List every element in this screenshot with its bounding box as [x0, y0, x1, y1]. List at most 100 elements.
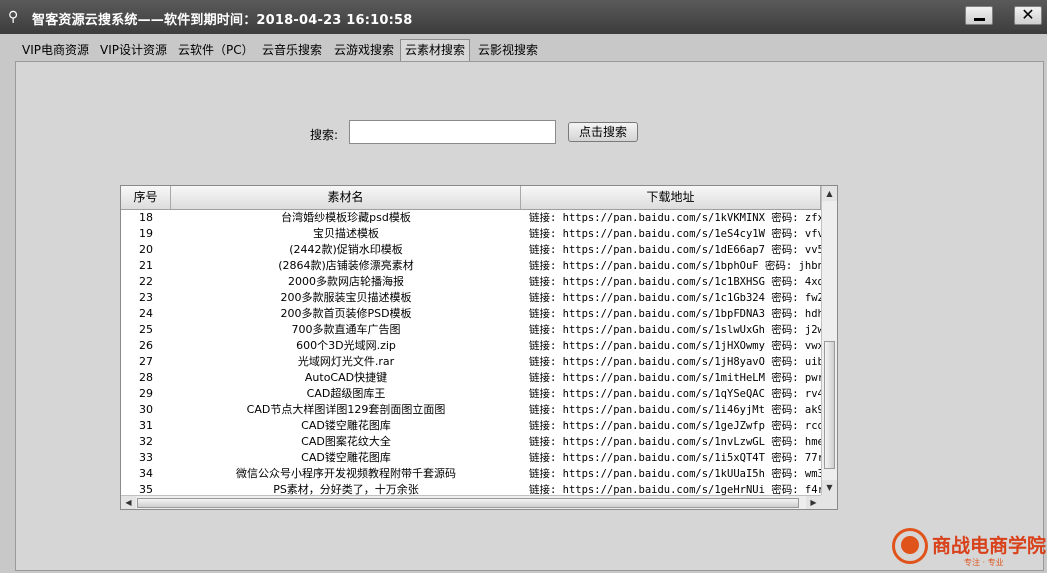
- row-index: 29: [139, 387, 153, 400]
- row-name: 600个3D光域网.zip: [296, 339, 396, 352]
- row-name: 宝贝描述模板: [313, 227, 379, 240]
- row-link: 链接: https://pan.baidu.com/s/1slwUxGh 密码:…: [529, 324, 821, 336]
- row-index: 30: [139, 403, 153, 416]
- table-row[interactable]: 29 CAD超级图库王 链接: https://pan.baidu.com/s/1q…: [121, 386, 821, 402]
- horizontal-scrollbar[interactable]: ◀ ▶: [121, 495, 821, 509]
- row-name: 微信公众号小程序开发视频教程附带千套源码: [236, 467, 456, 480]
- table-row[interactable]: 18 台湾婚纱模板珍藏psd模板 链接: https://pan.baidu.com…: [121, 210, 821, 226]
- table-header: 序号 素材名 下载地址: [121, 186, 821, 210]
- search-button[interactable]: 点击搜索: [568, 122, 638, 142]
- row-name: PS素材，分好类了，十万余张: [273, 483, 419, 495]
- row-link: 链接: https://pan.baidu.com/s/1jH8yavO 密码:…: [529, 356, 821, 368]
- row-index: 28: [139, 371, 153, 384]
- watermark-text: 商战电商学院: [932, 535, 1047, 557]
- row-index: 20: [139, 243, 153, 256]
- table-row[interactable]: 21 (2864款)店铺装修漂亮素材 链接: https://pan.baidu.c…: [121, 258, 821, 274]
- table-row[interactable]: 19 宝贝描述模板 链接: https://pan.baidu.com/s/1eS4…: [121, 226, 821, 242]
- scroll-right-icon[interactable]: ▶: [806, 496, 821, 509]
- tab-cloud-music[interactable]: 云音乐搜索: [258, 40, 326, 61]
- tab-cloud-games[interactable]: 云游戏搜索: [330, 40, 398, 61]
- minimize-button[interactable]: [965, 6, 993, 25]
- row-link: 链接: https://pan.baidu.com/s/1qYSeQAC 密码:…: [529, 388, 821, 400]
- tab-vip-design[interactable]: VIP设计资源: [96, 40, 171, 61]
- row-link: 链接: https://pan.baidu.com/s/1dE66ap7 密码:…: [529, 244, 821, 256]
- vertical-scrollbar[interactable]: ▲ ▼: [821, 186, 837, 495]
- row-name: 2000多款网店轮播海报: [288, 275, 404, 288]
- row-name: (2442款)促销水印模板: [289, 243, 403, 256]
- table-row[interactable]: 28 AutoCAD快捷键 链接: https://pan.baidu.com/s/…: [121, 370, 821, 386]
- tab-vip-ecommerce[interactable]: VIP电商资源: [18, 40, 93, 61]
- row-link: 链接: https://pan.baidu.com/s/1mitHeLM 密码:…: [529, 372, 821, 384]
- row-name: 200多款首页装修PSD模板: [280, 307, 412, 320]
- table-row[interactable]: 24 200多款首页装修PSD模板 链接: https://pan.baidu.co…: [121, 306, 821, 322]
- row-index: 23: [139, 291, 153, 304]
- search-label: 搜索:: [310, 128, 339, 142]
- row-name: CAD节点大样图详图129套剖面图立面图: [246, 403, 446, 416]
- row-link: 链接: https://pan.baidu.com/s/1geHrNUi 密码:…: [529, 484, 821, 495]
- app-icon: ⚲: [8, 9, 19, 25]
- scroll-left-icon[interactable]: ◀: [121, 496, 136, 509]
- row-name: CAD图案花纹大全: [301, 435, 391, 448]
- row-name: 台湾婚纱模板珍藏psd模板: [281, 211, 411, 224]
- table-row[interactable]: 27 光域网灯光文件.rar 链接: https://pan.baidu.com/s…: [121, 354, 821, 370]
- row-name: AutoCAD快捷键: [304, 371, 388, 384]
- title-bar[interactable]: ⚲ 智客资源云搜系统——软件到期时间：2018-04-23 16:10:58 ✕: [0, 0, 1047, 34]
- row-index: 24: [139, 307, 153, 320]
- scrollbar-corner: [821, 495, 837, 509]
- watermark: 商战电商学院 专注 · 专业: [892, 528, 1046, 568]
- row-link: 链接: https://pan.baidu.com/s/1kUUaI5h 密码:…: [529, 468, 821, 480]
- horizontal-scroll-thumb[interactable]: [137, 498, 799, 508]
- table-row[interactable]: 23 200多款服装宝贝描述模板 链接: https://pan.baidu.com…: [121, 290, 821, 306]
- table-row[interactable]: 26 600个3D光域网.zip 链接: https://pan.baidu.com…: [121, 338, 821, 354]
- column-header-index[interactable]: 序号: [121, 186, 171, 209]
- column-header-name[interactable]: 素材名: [171, 186, 521, 209]
- row-index: 35: [139, 483, 153, 495]
- tab-cloud-materials[interactable]: 云素材搜索: [400, 39, 471, 61]
- table-row[interactable]: 32 CAD图案花纹大全 链接: https://pan.baidu.com/s/1…: [121, 434, 821, 450]
- close-button[interactable]: ✕: [1014, 5, 1042, 25]
- row-index: 31: [139, 419, 153, 432]
- tab-cloud-video[interactable]: 云影视搜索: [474, 40, 542, 61]
- row-link: 链接: https://pan.baidu.com/s/1kVKMINX 密码:…: [529, 212, 821, 224]
- table-row[interactable]: 22 2000多款网店轮播海报 链接: https://pan.baidu.com/…: [121, 274, 821, 290]
- scroll-up-icon[interactable]: ▲: [822, 186, 837, 201]
- table-row[interactable]: 34 微信公众号小程序开发视频教程附带千套源码 链接: https://pan.ba…: [121, 466, 821, 482]
- table-row[interactable]: 35 PS素材，分好类了，十万余张 链接: https://pan.baidu.co…: [121, 482, 821, 495]
- row-index: 18: [139, 211, 153, 224]
- row-index: 34: [139, 467, 153, 480]
- row-link: 链接: https://pan.baidu.com/s/1i5xQT4T 密码:…: [529, 452, 821, 464]
- column-header-link[interactable]: 下载地址: [521, 186, 821, 209]
- row-link: 链接: https://pan.baidu.com/s/1bphOuF 密码: …: [529, 260, 821, 272]
- row-index: 26: [139, 339, 153, 352]
- row-name: (2864款)店铺装修漂亮素材: [278, 259, 414, 272]
- tab-cloud-software[interactable]: 云软件（PC）: [174, 40, 258, 61]
- table-row[interactable]: 30 CAD节点大样图详图129套剖面图立面图 链接: https://pan.ba…: [121, 402, 821, 418]
- row-link: 链接: https://pan.baidu.com/s/1eS4cy1W 密码:…: [529, 228, 821, 240]
- window-title: 智客资源云搜系统——软件到期时间：2018-04-23 16:10:58: [32, 13, 413, 28]
- row-name: CAD镂空雕花图库: [301, 451, 391, 464]
- table-row[interactable]: 33 CAD镂空雕花图库 链接: https://pan.baidu.com/s/1…: [121, 450, 821, 466]
- table-row[interactable]: 25 700多款直通车广告图 链接: https://pan.baidu.com/s…: [121, 322, 821, 338]
- row-link: 链接: https://pan.baidu.com/s/1i46yjMt 密码:…: [529, 404, 821, 416]
- search-input[interactable]: [349, 120, 556, 144]
- row-name: 700多款直通车广告图: [291, 323, 401, 336]
- row-name: CAD超级图库王: [306, 387, 386, 400]
- row-link: 链接: https://pan.baidu.com/s/1jHXOwmy 密码:…: [529, 340, 821, 352]
- row-link: 链接: https://pan.baidu.com/s/1geJZwfp 密码:…: [529, 420, 821, 432]
- row-link: 链接: https://pan.baidu.com/s/1nvLzwGL 密码:…: [529, 436, 821, 448]
- row-name: 200多款服装宝贝描述模板: [280, 291, 412, 304]
- app-window: ⚲ 智客资源云搜系统——软件到期时间：2018-04-23 16:10:58 ✕…: [0, 0, 1047, 573]
- row-index: 32: [139, 435, 153, 448]
- row-link: 链接: https://pan.baidu.com/s/1c1Gb324 密码:…: [529, 292, 821, 304]
- table-row[interactable]: 20 (2442款)促销水印模板 链接: https://pan.baidu.com…: [121, 242, 821, 258]
- row-index: 22: [139, 275, 153, 288]
- row-link: 链接: https://pan.baidu.com/s/1c1BXHSG 密码:…: [529, 276, 821, 288]
- row-name: 光域网灯光文件.rar: [297, 355, 395, 368]
- tab-bar: VIP电商资源 VIP设计资源 云软件（PC） 云音乐搜索 云游戏搜索 云素材搜…: [14, 39, 1044, 62]
- table-row[interactable]: 31 CAD镂空雕花图库 链接: https://pan.baidu.com/s/1…: [121, 418, 821, 434]
- vertical-scroll-thumb[interactable]: [824, 341, 835, 469]
- watermark-logo-icon: [892, 528, 928, 564]
- scroll-down-icon[interactable]: ▼: [822, 480, 837, 495]
- row-index: 21: [139, 259, 153, 272]
- close-icon: ✕: [1021, 5, 1035, 24]
